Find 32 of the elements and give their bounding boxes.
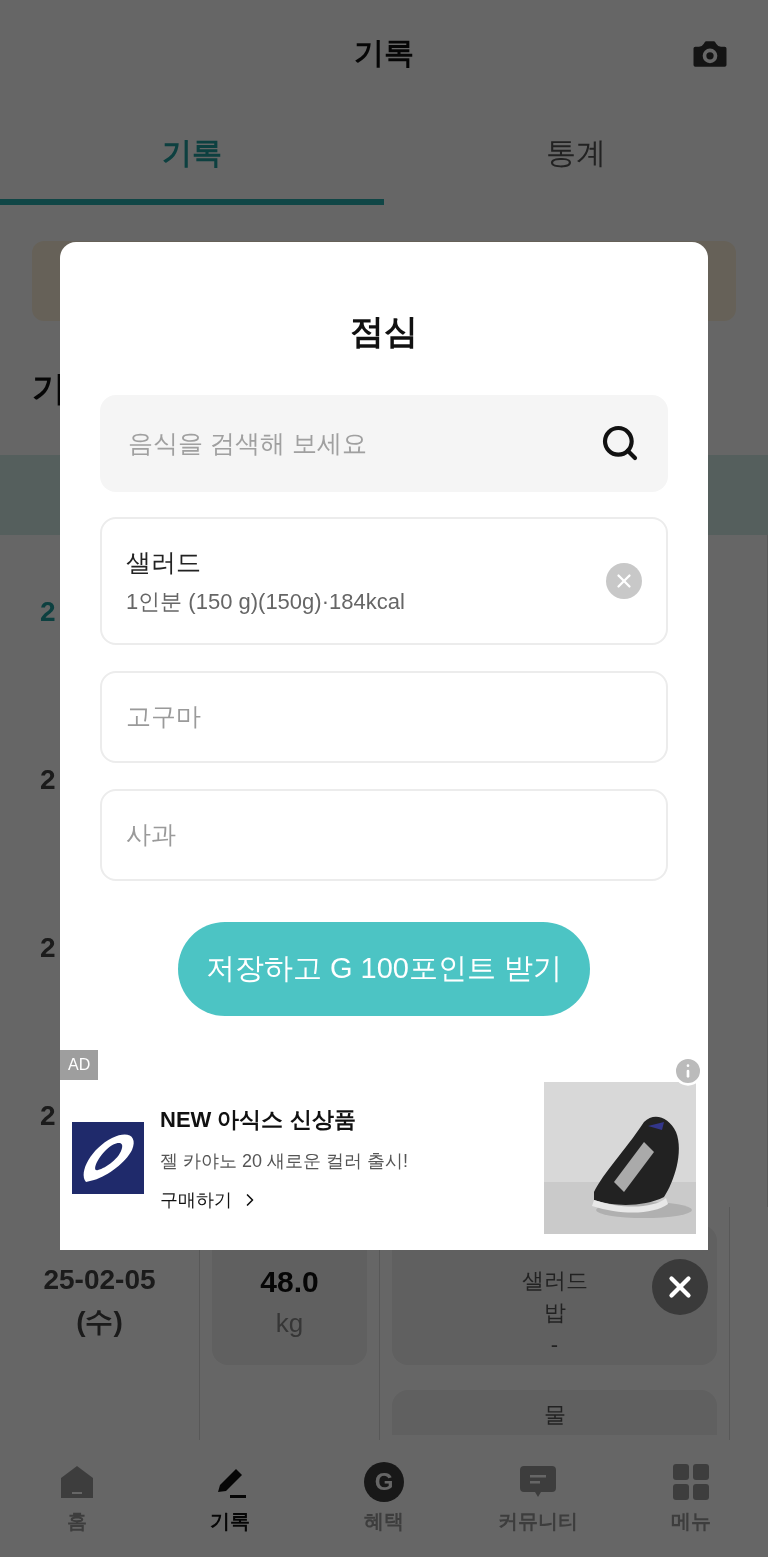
record-date: 25-02-05 xyxy=(43,1263,156,1297)
record-date: 2 xyxy=(40,1099,56,1133)
record-date: 2 xyxy=(40,931,56,965)
record-weekday: (수) xyxy=(76,1305,123,1339)
grid-icon xyxy=(671,1461,712,1502)
food-item[interactable]: 샐러드 1인분 (150 g)(150g)·184kcal xyxy=(100,517,668,645)
meal-item: - xyxy=(550,1331,559,1359)
ad-text: 젤 카야노 20 새로운 컬러 출시! xyxy=(160,1149,410,1173)
food-name: 샐러드 xyxy=(126,546,202,578)
nav-item[interactable]: 기록 xyxy=(153,1440,308,1557)
brand-logo xyxy=(72,1122,144,1194)
tab[interactable]: 통계 xyxy=(384,105,768,205)
meal-item: 물 xyxy=(543,1401,566,1429)
meal-item: 밥 xyxy=(543,1299,566,1327)
search-icon[interactable] xyxy=(600,423,640,463)
weight-value: 48.0 xyxy=(260,1264,319,1300)
ad-title: NEW 아식스 신상품 xyxy=(160,1105,357,1134)
record-date: 2 xyxy=(40,595,56,629)
record-date: 2 xyxy=(40,763,56,797)
ad-badge: AD xyxy=(60,1050,99,1080)
search-field[interactable]: 음식을 검색해 보세요 xyxy=(100,395,668,492)
meal-item: 샐러드 xyxy=(521,1267,588,1295)
page-title: 기록 xyxy=(354,35,414,71)
food-detail: 1인분 (150 g)(150g)·184kcal xyxy=(126,588,405,617)
meal-card[interactable]: 물 xyxy=(392,1390,717,1435)
buy-link[interactable]: 구매하기 xyxy=(160,1186,544,1214)
food-suggestion[interactable]: 고구마 xyxy=(100,671,668,763)
food-suggestion[interactable]: 사과 xyxy=(100,789,668,881)
save-button[interactable]: 저장하고 G 100포인트 받기 xyxy=(178,922,590,1016)
dialog-title: 점심 xyxy=(349,311,419,352)
g-coin-icon: G xyxy=(364,1461,404,1502)
tab[interactable]: 기록 xyxy=(0,105,384,205)
